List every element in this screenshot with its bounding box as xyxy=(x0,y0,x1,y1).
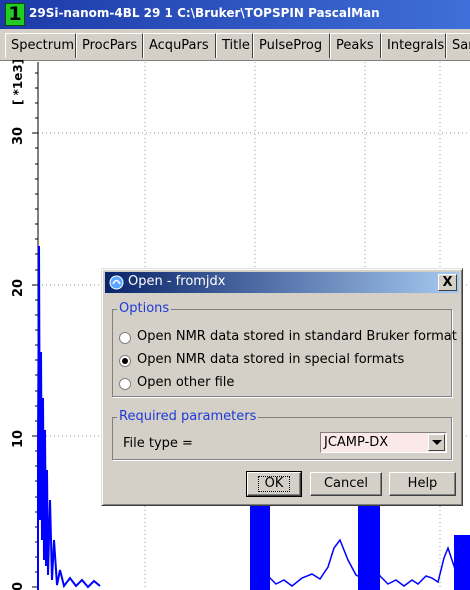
tab-integrals[interactable]: Integrals xyxy=(381,33,446,58)
cancel-button[interactable]: Cancel xyxy=(310,472,382,496)
tab-procpars[interactable]: ProcPars xyxy=(76,33,143,58)
options-group: Options Open NMR data stored in standard… xyxy=(112,301,457,397)
radio-label: Open other file xyxy=(137,375,235,390)
y-tick-20: 20 xyxy=(11,279,26,297)
window-title: 29Si-nanom-4BL 29 1 C:\Bruker\TOPSPIN Pa… xyxy=(29,6,380,20)
bruker-app-icon xyxy=(109,275,124,290)
y-tick-0: 0 xyxy=(11,582,26,590)
tab-acqupars[interactable]: AcquPars xyxy=(143,33,216,58)
y-tick-30: 30 xyxy=(11,127,26,145)
options-legend: Options xyxy=(117,301,172,316)
chevron-down-icon[interactable] xyxy=(428,434,445,451)
open-dialog: Open - fromjdx X Options Open NMR data s… xyxy=(101,268,463,506)
ok-button-label: OK xyxy=(257,476,291,492)
file-type-label: File type = xyxy=(123,436,193,451)
file-type-value: JCAMP-DX xyxy=(324,435,389,450)
radio-label: Open NMR data stored in special formats xyxy=(137,352,405,367)
file-type-select[interactable]: JCAMP-DX xyxy=(320,432,447,453)
tab-peaks[interactable]: Peaks xyxy=(330,33,381,58)
tab-pulseprog[interactable]: PulseProg xyxy=(253,33,330,58)
radio-button[interactable] xyxy=(119,378,131,390)
window-number-badge: 1 xyxy=(5,3,25,26)
y-tick-10: 10 xyxy=(11,430,26,448)
close-icon[interactable]: X xyxy=(438,274,457,291)
dialog-title-bar[interactable]: Open - fromjdx X xyxy=(105,272,459,293)
radio-button-selected[interactable] xyxy=(119,355,131,367)
required-parameters-group: Required parameters File type = JCAMP-DX xyxy=(112,409,452,460)
window-title-bar[interactable]: 1 29Si-nanom-4BL 29 1 C:\Bruker\TOPSPIN … xyxy=(0,0,470,29)
radio-button[interactable] xyxy=(119,332,131,344)
y-axis-unit: [ *1e3] xyxy=(11,60,25,105)
tab-spectrum[interactable]: Spectrum xyxy=(5,33,76,58)
ok-button[interactable]: OK xyxy=(246,471,302,497)
tab-sample[interactable]: Sam xyxy=(446,33,470,58)
required-parameters-legend: Required parameters xyxy=(117,409,259,424)
help-button[interactable]: Help xyxy=(389,472,456,496)
tab-bar: Spectrum ProcPars AcquPars Title PulsePr… xyxy=(0,29,470,61)
tab-title[interactable]: Title xyxy=(216,33,253,58)
radio-label: Open NMR data stored in standard Bruker … xyxy=(137,329,457,344)
dialog-title: Open - fromjdx xyxy=(128,274,226,289)
radio-dot xyxy=(122,358,128,364)
